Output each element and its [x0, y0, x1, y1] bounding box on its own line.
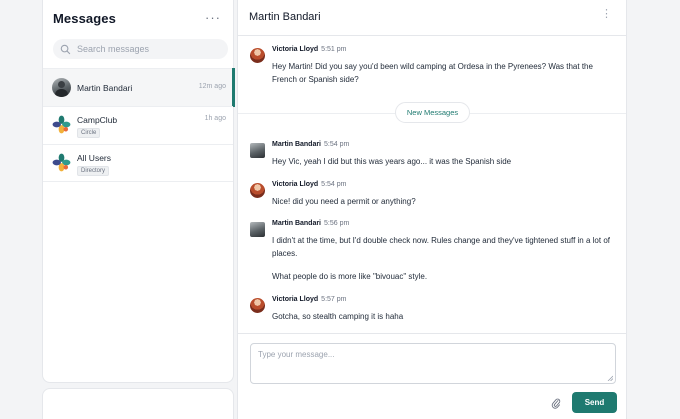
conversation-time: 12m ago	[198, 83, 226, 90]
panel-title: Messages	[53, 11, 116, 26]
chat-options-button[interactable]: ⋮	[601, 9, 612, 20]
user-avatar	[250, 298, 265, 313]
user-avatar	[250, 48, 265, 63]
message-text: I didn't at the time, but I'd double che…	[272, 236, 610, 258]
composer-divider	[238, 333, 626, 334]
search-icon	[60, 44, 71, 54]
conversation-item-campclub[interactable]: CampClub 1h ago Circle	[43, 106, 233, 144]
chat-title: Martin Bandari	[249, 11, 321, 23]
conversation-type-badge: Circle	[77, 128, 101, 138]
message-time: 5:54 pm	[321, 181, 347, 188]
user-avatar	[250, 183, 265, 198]
person-avatar	[52, 78, 71, 97]
chat-header: Martin Bandari ⋮	[238, 0, 626, 36]
campclub-logo-icon	[52, 153, 71, 172]
message-text: What people do is more like "bivouac" st…	[272, 272, 428, 281]
conversation-item-all-users[interactable]: All Users Directory	[43, 144, 233, 182]
user-avatar	[250, 222, 265, 237]
message-text: Hey Martin! Did you say you'd been wild …	[272, 62, 593, 84]
message-time: 5:51 pm	[321, 46, 347, 53]
conversation-time: 1h ago	[204, 115, 226, 122]
message-composer[interactable]	[250, 343, 616, 384]
resize-grip-icon[interactable]	[607, 375, 613, 381]
conversations-header: Messages ···	[53, 11, 223, 27]
conversation-name: Martin Bandari	[77, 83, 133, 93]
message-text: Gotcha, so stealth camping it is haha	[272, 312, 404, 321]
message-author: Victoria Lloyd 5:57 pm	[272, 296, 347, 303]
conversations-panel: Messages ··· Martin Bandari 12m ago Camp…	[42, 0, 235, 383]
conversation-name: CampClub	[77, 115, 118, 125]
new-messages-pill: New Messages	[395, 102, 470, 123]
paperclip-icon[interactable]	[551, 397, 561, 409]
message-author: Martin Bandari 5:54 pm	[272, 141, 350, 148]
message-thread: Victoria Lloyd 5:51 pm Hey Martin! Did yo…	[238, 36, 626, 333]
message-text: Hey Vic, yeah I did but this was years a…	[272, 157, 512, 166]
message-author: Victoria Lloyd 5:54 pm	[272, 181, 347, 188]
conversation-name: All Users	[77, 153, 112, 163]
conversation-type-badge: Directory	[77, 166, 110, 176]
conversation-item-martin-bandari[interactable]: Martin Bandari 12m ago	[43, 68, 235, 107]
message-time: 5:54 pm	[324, 141, 350, 148]
message-time: 5:56 pm	[324, 220, 350, 227]
search-bar[interactable]	[53, 39, 228, 59]
chat-panel: Martin Bandari ⋮ Victoria Lloyd 5:51 pm H…	[237, 0, 627, 419]
message-text: Nice! did you need a permit or anything?	[272, 197, 416, 206]
campclub-logo-icon	[52, 115, 71, 134]
user-avatar	[250, 143, 265, 158]
message-author: Martin Bandari 5:56 pm	[272, 220, 350, 227]
search-input[interactable]	[77, 44, 217, 54]
conversation-list: Martin Bandari 12m ago CampClub 1h ago C…	[43, 68, 235, 182]
more-options-button[interactable]: ···	[205, 11, 221, 25]
message-time: 5:57 pm	[321, 296, 347, 303]
message-input[interactable]	[251, 344, 615, 383]
message-author: Victoria Lloyd 5:51 pm	[272, 46, 347, 53]
secondary-panel	[42, 388, 234, 419]
send-button[interactable]: Send	[572, 392, 617, 413]
